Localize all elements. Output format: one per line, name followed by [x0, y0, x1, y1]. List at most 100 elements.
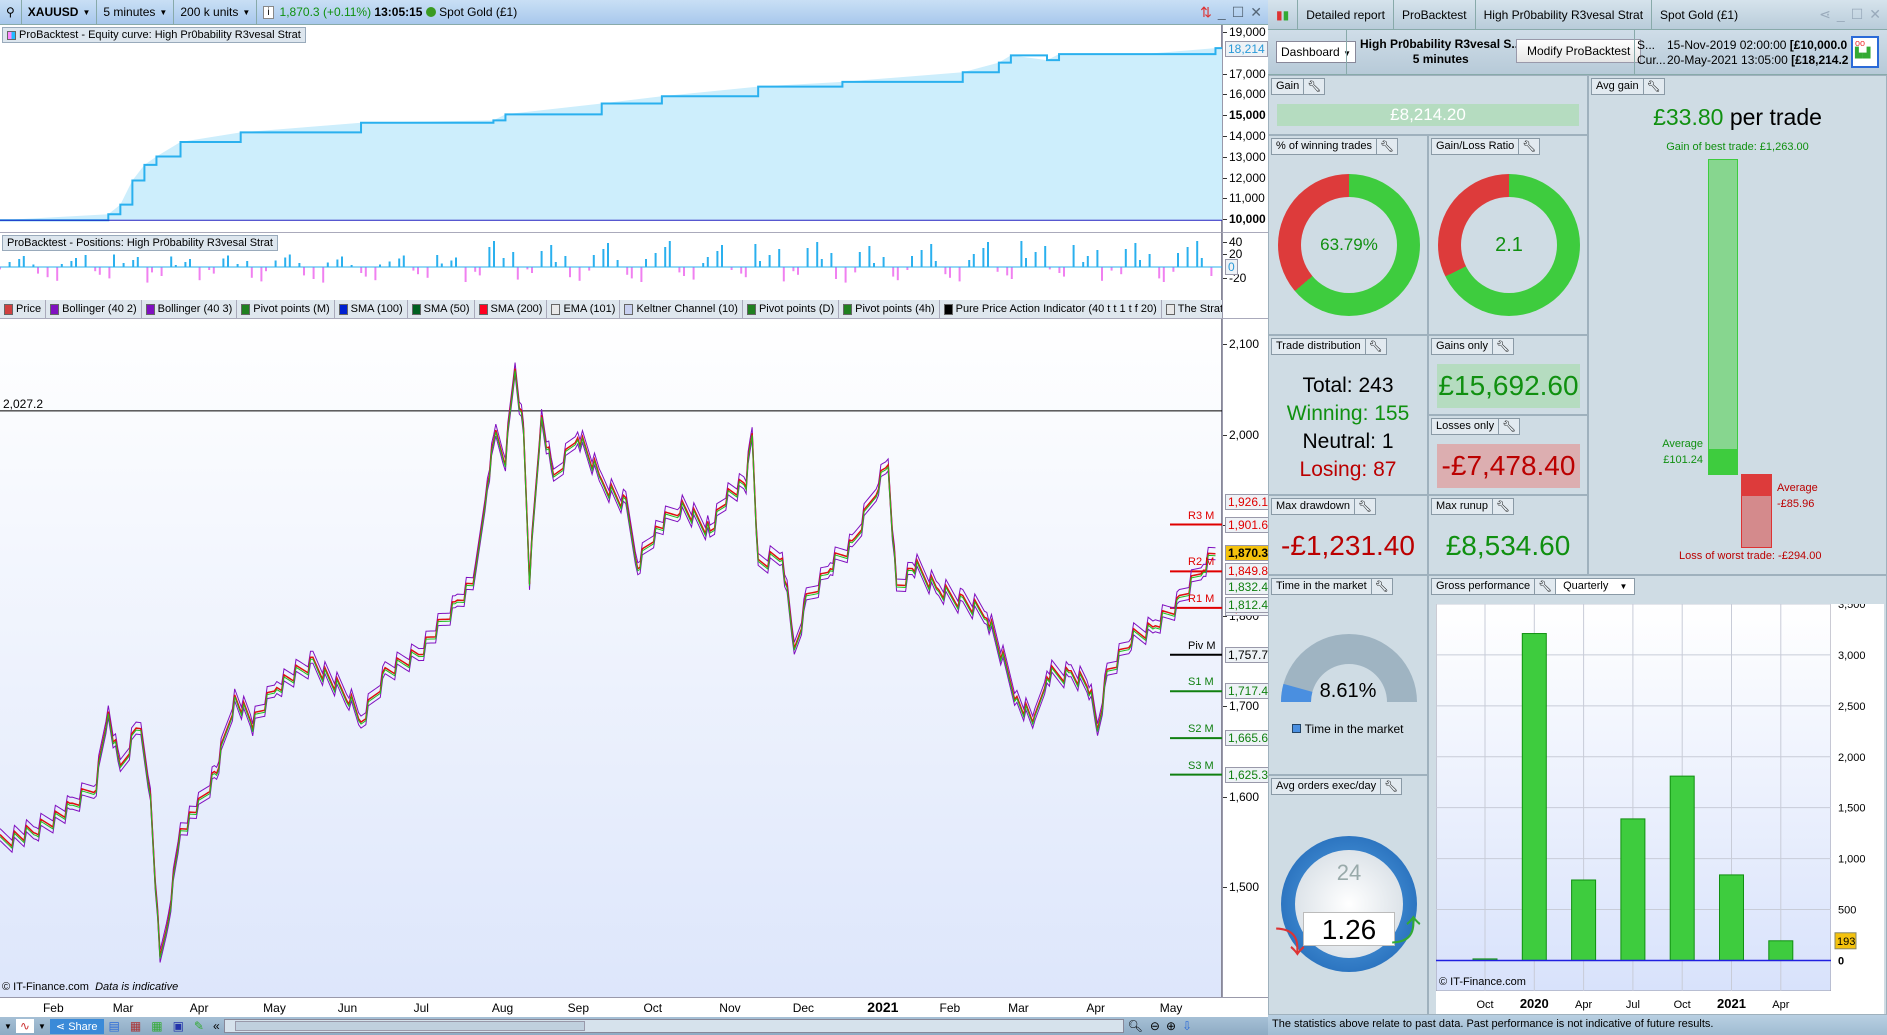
winning-trades-card: % of winning trades 🔧︎ 63.79% [1268, 135, 1428, 335]
time-in-market-legend: Time in the market [1269, 722, 1427, 736]
wrench-icon[interactable]: 🔧︎ [1376, 139, 1397, 154]
zoom-fit-icon[interactable]: 🔍︎ [1124, 1019, 1147, 1033]
refresh-icon[interactable]: ⇅ [1200, 4, 1212, 21]
export-icon[interactable]: ▣ [168, 1019, 189, 1033]
tab-instrument[interactable]: Spot Gold (£1) [1652, 0, 1746, 30]
wrench-icon[interactable]: 🔧︎ [1491, 499, 1513, 514]
legend-item[interactable]: Pivot points (4h) [839, 300, 940, 318]
legend-item[interactable]: EMA (101) [547, 300, 621, 318]
report-header: Dashboard ▼ High Pr0bability R3vesal S..… [1268, 30, 1887, 75]
zoom-in-icon[interactable]: ⊕ [1163, 1019, 1179, 1033]
wrench-icon[interactable]: 🔧︎ [1380, 779, 1401, 794]
level-value: 1,832.4 [1225, 579, 1272, 596]
axis-tick: 10,000 [1223, 212, 1266, 227]
positions-pane: ProBacktest - Positions: High Pr0babilit… [0, 232, 1222, 300]
minimize-icon[interactable]: _ [1218, 4, 1226, 21]
list-icon[interactable]: ▦ [125, 1019, 146, 1033]
collapse-icon[interactable]: « [209, 1019, 224, 1033]
close-icon[interactable]: ✕ [1250, 4, 1262, 21]
y-tick: 500 [1838, 905, 1856, 917]
period-select[interactable]: Quarterly ▼ [1555, 579, 1635, 594]
legend-item[interactable]: SMA (100) [335, 300, 408, 318]
gross-performance-chart: 3,500 3,000 2,500 2,000 1,500 1,000 500 0 Oct 202… [1436, 604, 1884, 1014]
chart-type-caret-icon[interactable]: ▼ [34, 1022, 50, 1031]
wrench-icon[interactable]: 🔧︎ [1364, 339, 1386, 354]
chart-type-icon[interactable]: ∿ [15, 1019, 34, 1033]
modify-probacktest-button[interactable]: Modify ProBacktest [1516, 39, 1642, 63]
bar [1571, 879, 1597, 961]
legend-item[interactable]: Pure Price Action Indicator (40 t t 1 t … [940, 300, 1162, 318]
share-button[interactable]: ⋖ Share [49, 1018, 104, 1034]
legend-item[interactable]: SMA (200) [475, 300, 548, 318]
timeframe-select[interactable]: 5 minutes ▼ [97, 0, 175, 25]
wrench-icon[interactable]: 🔧︎ [1491, 339, 1513, 354]
info-icon[interactable]: i [263, 5, 274, 19]
date-axis: Feb Mar Apr May Jun Jul Aug Sep Oct Nov Dec 2021 Feb… [0, 997, 1268, 1017]
close-icon[interactable]: ✕ [1869, 6, 1881, 23]
maximize-icon[interactable]: ☐ [1851, 6, 1864, 23]
market-open-icon [425, 7, 436, 17]
share-icon[interactable]: ⋖ [1819, 6, 1831, 23]
legend-label: SMA (200) [490, 303, 543, 315]
wrench-icon[interactable]: 🔧︎ [1642, 79, 1664, 94]
legend-item[interactable]: SMA (50) [408, 300, 475, 318]
legend-label: EMA (101) [563, 303, 616, 315]
legend-label: Keltner Channel (10) [636, 303, 738, 315]
chart-copyright: © IT-Finance.com [1439, 976, 1526, 988]
legend-item[interactable]: The Strat (t t t [1162, 300, 1222, 318]
date-tick: 2021 [867, 999, 899, 1015]
wrench-icon[interactable]: 🔧︎ [1518, 139, 1539, 154]
wrench-icon[interactable]: 🔧︎ [1353, 499, 1375, 514]
axis-tick: 14,000 [1223, 129, 1266, 143]
date-tick: Apr [1086, 1001, 1106, 1015]
wrench-icon[interactable]: 🔧︎ [1498, 419, 1519, 434]
menu-caret-icon[interactable]: ▼ [0, 1022, 16, 1031]
legend-item[interactable]: Price [0, 300, 47, 318]
legend-item[interactable]: Bollinger (40 2) [46, 300, 142, 318]
pivot-label: S3 M [1188, 759, 1214, 772]
price-axis: 2,1002,0001,9001,8001,7001,6001,5001,901… [1222, 319, 1272, 997]
x-tick: Oct [1476, 999, 1493, 1011]
level-value: 1,926.1 [1225, 494, 1272, 511]
link-icon[interactable]: ⚲ [0, 0, 22, 25]
avg-gain-value: £33.80 per trade [1653, 104, 1822, 130]
distribution-values: Total: 243 Winning: 155 Neutral: 1 Losin… [1286, 374, 1410, 481]
axis-tick: 2,100 [1222, 337, 1260, 351]
horizontal-scrollbar[interactable] [223, 1019, 1124, 1033]
minimize-icon[interactable]: _ [1837, 6, 1845, 23]
legend-label: Price [16, 303, 42, 315]
tab-probacktest[interactable]: ProBacktest [1394, 0, 1476, 30]
legend-item[interactable]: Keltner Channel (10) [620, 300, 743, 318]
legend-item[interactable]: Pivot points (M) [237, 300, 335, 318]
grid-icon[interactable]: ▦ [146, 1019, 167, 1033]
wrench-icon[interactable]: 🔧︎ [1303, 79, 1324, 94]
view-select[interactable]: Dashboard ▼ [1276, 41, 1356, 63]
report-settings-icon[interactable]: oo ▙▟ [1851, 36, 1879, 68]
avg-win-label: Average £101.24 [1662, 438, 1703, 466]
x-tick: Oct [1674, 999, 1691, 1011]
tab-strategy[interactable]: High Pr0bability R3vesal Strat [1476, 0, 1653, 30]
download-icon[interactable]: ⇩ [1179, 1019, 1195, 1033]
wrench-icon[interactable]: 🔧︎ [1534, 579, 1555, 594]
units-select[interactable]: 200 k units ▼ [174, 0, 258, 25]
report-tabs: ▮ ▮ Detailed report ProBacktest High Pr0b… [1268, 0, 1887, 30]
tab-detailed-report[interactable]: Detailed report [1298, 0, 1394, 30]
maximize-icon[interactable]: ☐ [1232, 4, 1245, 21]
date-tick: May [263, 1001, 286, 1015]
document-icon[interactable]: ▤ [104, 1019, 125, 1033]
zoom-out-icon[interactable]: ⊖ [1147, 1019, 1163, 1033]
bollinger-lower [0, 374, 1216, 963]
hline-label: 2,027.2 [3, 397, 44, 411]
draw-icon[interactable]: ✎ [189, 1019, 209, 1033]
current-price: 1,870.3 [1225, 544, 1272, 561]
legend-item[interactable]: Bollinger (40 3) [142, 300, 238, 318]
y-tick: 3,500 [1838, 604, 1866, 611]
pivot-value: 1,665.6 [1225, 730, 1272, 747]
axis-tick: 2,000 [1222, 427, 1260, 442]
instrument-select[interactable]: XAUUSD ▼ [22, 0, 98, 25]
legend-swatch [241, 303, 251, 315]
legend-label: Bollinger (40 2) [62, 303, 137, 315]
scrollbar-thumb[interactable] [234, 1021, 585, 1031]
wrench-icon[interactable]: 🔧︎ [1370, 579, 1392, 594]
legend-item[interactable]: Pivot points (D) [743, 300, 840, 318]
